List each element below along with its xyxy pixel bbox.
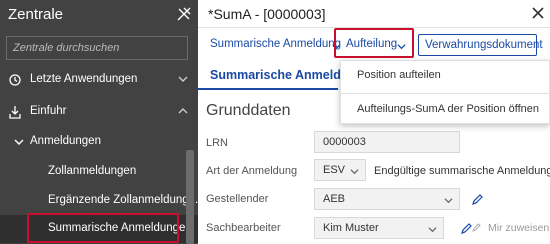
document-title: *SumA - [0000003] (208, 6, 326, 22)
button-label: Summarische Anmeldung (210, 38, 342, 50)
chevron-down-icon (444, 198, 453, 204)
chevron-down-icon (350, 169, 359, 175)
close-icon[interactable] (532, 7, 544, 19)
edit-icon[interactable] (472, 193, 484, 205)
sidebar-search-input[interactable]: Zentrale durchsuchen (6, 36, 188, 60)
unpin-icon[interactable] (176, 6, 192, 22)
chevron-down-icon (428, 227, 437, 233)
chevron-up-icon (178, 108, 188, 114)
art-label: Art der Anmeldung (206, 165, 298, 177)
sidebar-item-recent[interactable]: Letzte Anwendungen (0, 66, 198, 94)
gestellender-value: AEB (323, 193, 346, 205)
sidebar-item-anmeldungen[interactable]: Anmeldungen (0, 128, 198, 156)
gestellender-select[interactable]: AEB (314, 188, 460, 210)
sachbearbeiter-label: Sachbearbeiter (206, 222, 281, 234)
import-icon (9, 106, 21, 119)
gestellender-label: Gestellender (206, 193, 269, 205)
button-label: Verwahrungsdokument (425, 39, 543, 51)
art-code: ESV (323, 164, 346, 176)
art-select[interactable]: ESV (314, 159, 366, 181)
sidebar-title: Zentrale (8, 6, 64, 23)
sidebar-item-label: Einfuhr (30, 105, 67, 117)
lrn-field[interactable]: 0000003 (314, 131, 460, 153)
sidebar-item-ergaenzende[interactable]: Ergänzende Zollanmeldung... (0, 187, 198, 215)
menu-divider (341, 93, 550, 94)
aufteilung-dropdown: Position aufteilen Aufteilungs-SumA der … (340, 60, 550, 124)
sidebar-item-zollanmeldungen[interactable]: Zollanmeldungen (0, 158, 198, 186)
sachbearbeiter-value: Kim Muster (323, 222, 379, 234)
sidebar-item-label: Anmeldungen (30, 135, 101, 147)
sachbearbeiter-select[interactable]: Kim Muster (314, 217, 444, 239)
highlight-frame (334, 28, 414, 58)
summarische-anmeldung-menu-button[interactable]: Summarische Anmeldung (208, 34, 341, 56)
menu-item-aufteilungs-suma-oeffnen[interactable]: Aufteilungs-SumA der Position öffnen (341, 95, 550, 123)
chevron-down-icon (14, 139, 24, 145)
verwahrungsdokument-button[interactable]: Verwahrungsdokument (418, 34, 543, 56)
highlight-frame (27, 213, 179, 243)
sidebar-item-label: Ergänzende Zollanmeldung... (48, 194, 199, 206)
assign-to-me-link[interactable]: Mir zuweisen (488, 222, 549, 234)
art-description: Endgültige summarische Anmeldung o... (374, 165, 550, 177)
sidebar-item-label: Zollanmeldungen (48, 165, 137, 177)
menu-item-label: Aufteilungs-SumA der Position öffnen (357, 103, 540, 115)
app-root: Zentrale Zentrale durchsuchen Letzte Anw… (0, 0, 550, 244)
menu-item-position-aufteilen[interactable]: Position aufteilen (341, 61, 550, 89)
sidebar-item-label: Letzte Anwendungen (30, 73, 138, 85)
menu-item-label: Position aufteilen (357, 69, 441, 81)
document-header: *SumA - [0000003] (198, 0, 550, 28)
lrn-label: LRN (206, 137, 229, 149)
chevron-down-icon (178, 76, 188, 82)
history-icon (9, 74, 21, 86)
section-title: Grunddaten (206, 102, 291, 119)
sidebar-scrollbar[interactable] (186, 150, 194, 244)
assign-self-icon (472, 223, 481, 232)
sidebar-item-einfuhr[interactable]: Einfuhr (0, 98, 198, 126)
toolbar: Summarische Anmeldung Aufteilung Verwahr… (198, 28, 550, 60)
sidebar: Zentrale Zentrale durchsuchen Letzte Anw… (0, 0, 198, 244)
tab-indicator (198, 88, 338, 90)
